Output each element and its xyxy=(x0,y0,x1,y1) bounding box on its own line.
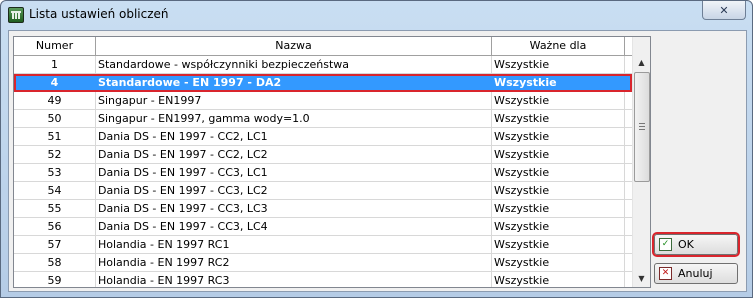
table-row[interactable]: 1 Standardowe - współczynniki bezpieczeńs… xyxy=(14,56,632,74)
table-row[interactable]: 50 Singapur - EN1997, gamma wody=1.0 Wszys… xyxy=(14,110,632,128)
check-icon: ✓ xyxy=(659,238,672,251)
cancel-button-label: Anuluj xyxy=(678,267,713,280)
cell-filler xyxy=(625,254,632,271)
column-header-valid-for[interactable]: Ważne dla xyxy=(492,37,625,55)
cell-filler xyxy=(625,146,632,163)
cell-number: 4 xyxy=(14,74,96,91)
cell-number: 51 xyxy=(14,128,96,145)
cell-filler xyxy=(625,164,632,181)
table-row[interactable]: 55 Dania DS - EN 1997 - CC3, LC3 Wszystkie xyxy=(14,200,632,218)
cell-name: Dania DS - EN 1997 - CC3, LC2 xyxy=(96,182,492,199)
dialog-body: Numer Nazwa Ważne dla 1 Standardowe - wsp… xyxy=(8,30,747,292)
cell-valid-for: Wszystkie xyxy=(492,92,625,109)
cell-filler xyxy=(625,182,632,199)
cell-number: 50 xyxy=(14,110,96,127)
cell-valid-for: Wszystkie xyxy=(492,110,625,127)
cell-filler xyxy=(625,74,632,91)
cell-name: Dania DS - EN 1997 - CC2, LC2 xyxy=(96,146,492,163)
close-icon: ✕ xyxy=(719,3,729,17)
cell-valid-for: Wszystkie xyxy=(492,74,625,91)
cell-number: 59 xyxy=(14,272,96,287)
cell-filler xyxy=(625,56,632,73)
cell-filler xyxy=(625,128,632,145)
scroll-thumb[interactable] xyxy=(634,72,650,182)
cell-filler xyxy=(625,200,632,217)
cell-name: Holandia - EN 1997 RC2 xyxy=(96,254,492,271)
ok-button-label: OK xyxy=(678,238,694,251)
cell-filler xyxy=(625,236,632,253)
cell-number: 53 xyxy=(14,164,96,181)
cell-valid-for: Wszystkie xyxy=(492,146,625,163)
scroll-down-icon[interactable]: ▼ xyxy=(633,270,650,287)
cell-filler xyxy=(625,110,632,127)
cell-name: Singapur - EN1997 xyxy=(96,92,492,109)
ok-button[interactable]: ✓ OK xyxy=(652,232,740,257)
table-body: 1 Standardowe - współczynniki bezpieczeńs… xyxy=(14,56,632,287)
cell-number: 58 xyxy=(14,254,96,271)
column-header-filler xyxy=(625,37,632,55)
cell-name: Dania DS - EN 1997 - CC2, LC1 xyxy=(96,128,492,145)
cell-valid-for: Wszystkie xyxy=(492,272,625,287)
table-row[interactable]: 58 Holandia - EN 1997 RC2 Wszystkie xyxy=(14,254,632,272)
cell-number: 54 xyxy=(14,182,96,199)
table-row[interactable]: 53 Dania DS - EN 1997 - CC3, LC1 Wszystkie xyxy=(14,164,632,182)
cell-number: 52 xyxy=(14,146,96,163)
vertical-scrollbar[interactable]: ▲ ▼ xyxy=(632,37,650,287)
column-header-name[interactable]: Nazwa xyxy=(96,37,492,55)
cell-valid-for: Wszystkie xyxy=(492,254,625,271)
cell-name: Singapur - EN1997, gamma wody=1.0 xyxy=(96,110,492,127)
cell-valid-for: Wszystkie xyxy=(492,218,625,235)
cell-number: 57 xyxy=(14,236,96,253)
settings-table[interactable]: Numer Nazwa Ważne dla 1 Standardowe - wsp… xyxy=(13,36,651,288)
grip-icon xyxy=(639,123,645,130)
cell-valid-for: Wszystkie xyxy=(492,182,625,199)
cancel-button[interactable]: ✕ Anuluj xyxy=(654,263,738,284)
table-row[interactable]: 52 Dania DS - EN 1997 - CC2, LC2 Wszystkie xyxy=(14,146,632,164)
table-row[interactable]: 57 Holandia - EN 1997 RC1 Wszystkie xyxy=(14,236,632,254)
cell-number: 49 xyxy=(14,92,96,109)
table-row[interactable]: 49 Singapur - EN1997 Wszystkie xyxy=(14,92,632,110)
cell-valid-for: Wszystkie xyxy=(492,128,625,145)
close-button[interactable]: ✕ xyxy=(702,1,746,20)
scroll-up-icon[interactable]: ▲ xyxy=(633,54,650,71)
cell-filler xyxy=(625,92,632,109)
cell-valid-for: Wszystkie xyxy=(492,56,625,73)
table-row-selected[interactable]: 4 Standardowe - EN 1997 - DA2 Wszystkie xyxy=(14,74,632,92)
dialog-window: Lista ustawień obliczeń ✕ Numer Nazwa Wa… xyxy=(0,0,753,298)
cell-number: 56 xyxy=(14,218,96,235)
cell-name: Holandia - EN 1997 RC1 xyxy=(96,236,492,253)
cell-name: Dania DS - EN 1997 - CC3, LC3 xyxy=(96,200,492,217)
table-row[interactable]: 59 Holandia - EN 1997 RC3 Wszystkie xyxy=(14,272,632,287)
cell-number: 1 xyxy=(14,56,96,73)
table-row[interactable]: 51 Dania DS - EN 1997 - CC2, LC1 Wszystkie xyxy=(14,128,632,146)
cell-name: Dania DS - EN 1997 - CC3, LC1 xyxy=(96,164,492,181)
app-icon xyxy=(8,7,24,23)
cell-name: Standardowe - EN 1997 - DA2 xyxy=(96,74,492,91)
cell-filler xyxy=(625,272,632,287)
cell-name: Dania DS - EN 1997 - CC3, LC4 xyxy=(96,218,492,235)
cell-valid-for: Wszystkie xyxy=(492,236,625,253)
window-title: Lista ustawień obliczeń xyxy=(29,7,169,21)
title-bar[interactable]: Lista ustawień obliczeń ✕ xyxy=(1,1,752,28)
table-header: Numer Nazwa Ważne dla xyxy=(14,37,632,56)
column-header-number[interactable]: Numer xyxy=(14,37,96,55)
cell-number: 55 xyxy=(14,200,96,217)
cell-filler xyxy=(625,218,632,235)
cell-name: Standardowe - współczynniki bezpieczeńst… xyxy=(96,56,492,73)
table-row[interactable]: 54 Dania DS - EN 1997 - CC3, LC2 Wszystkie xyxy=(14,182,632,200)
cell-valid-for: Wszystkie xyxy=(492,164,625,181)
cancel-icon: ✕ xyxy=(659,267,672,280)
cell-name: Holandia - EN 1997 RC3 xyxy=(96,272,492,287)
table-row[interactable]: 56 Dania DS - EN 1997 - CC3, LC4 Wszystkie xyxy=(14,218,632,236)
cell-valid-for: Wszystkie xyxy=(492,200,625,217)
